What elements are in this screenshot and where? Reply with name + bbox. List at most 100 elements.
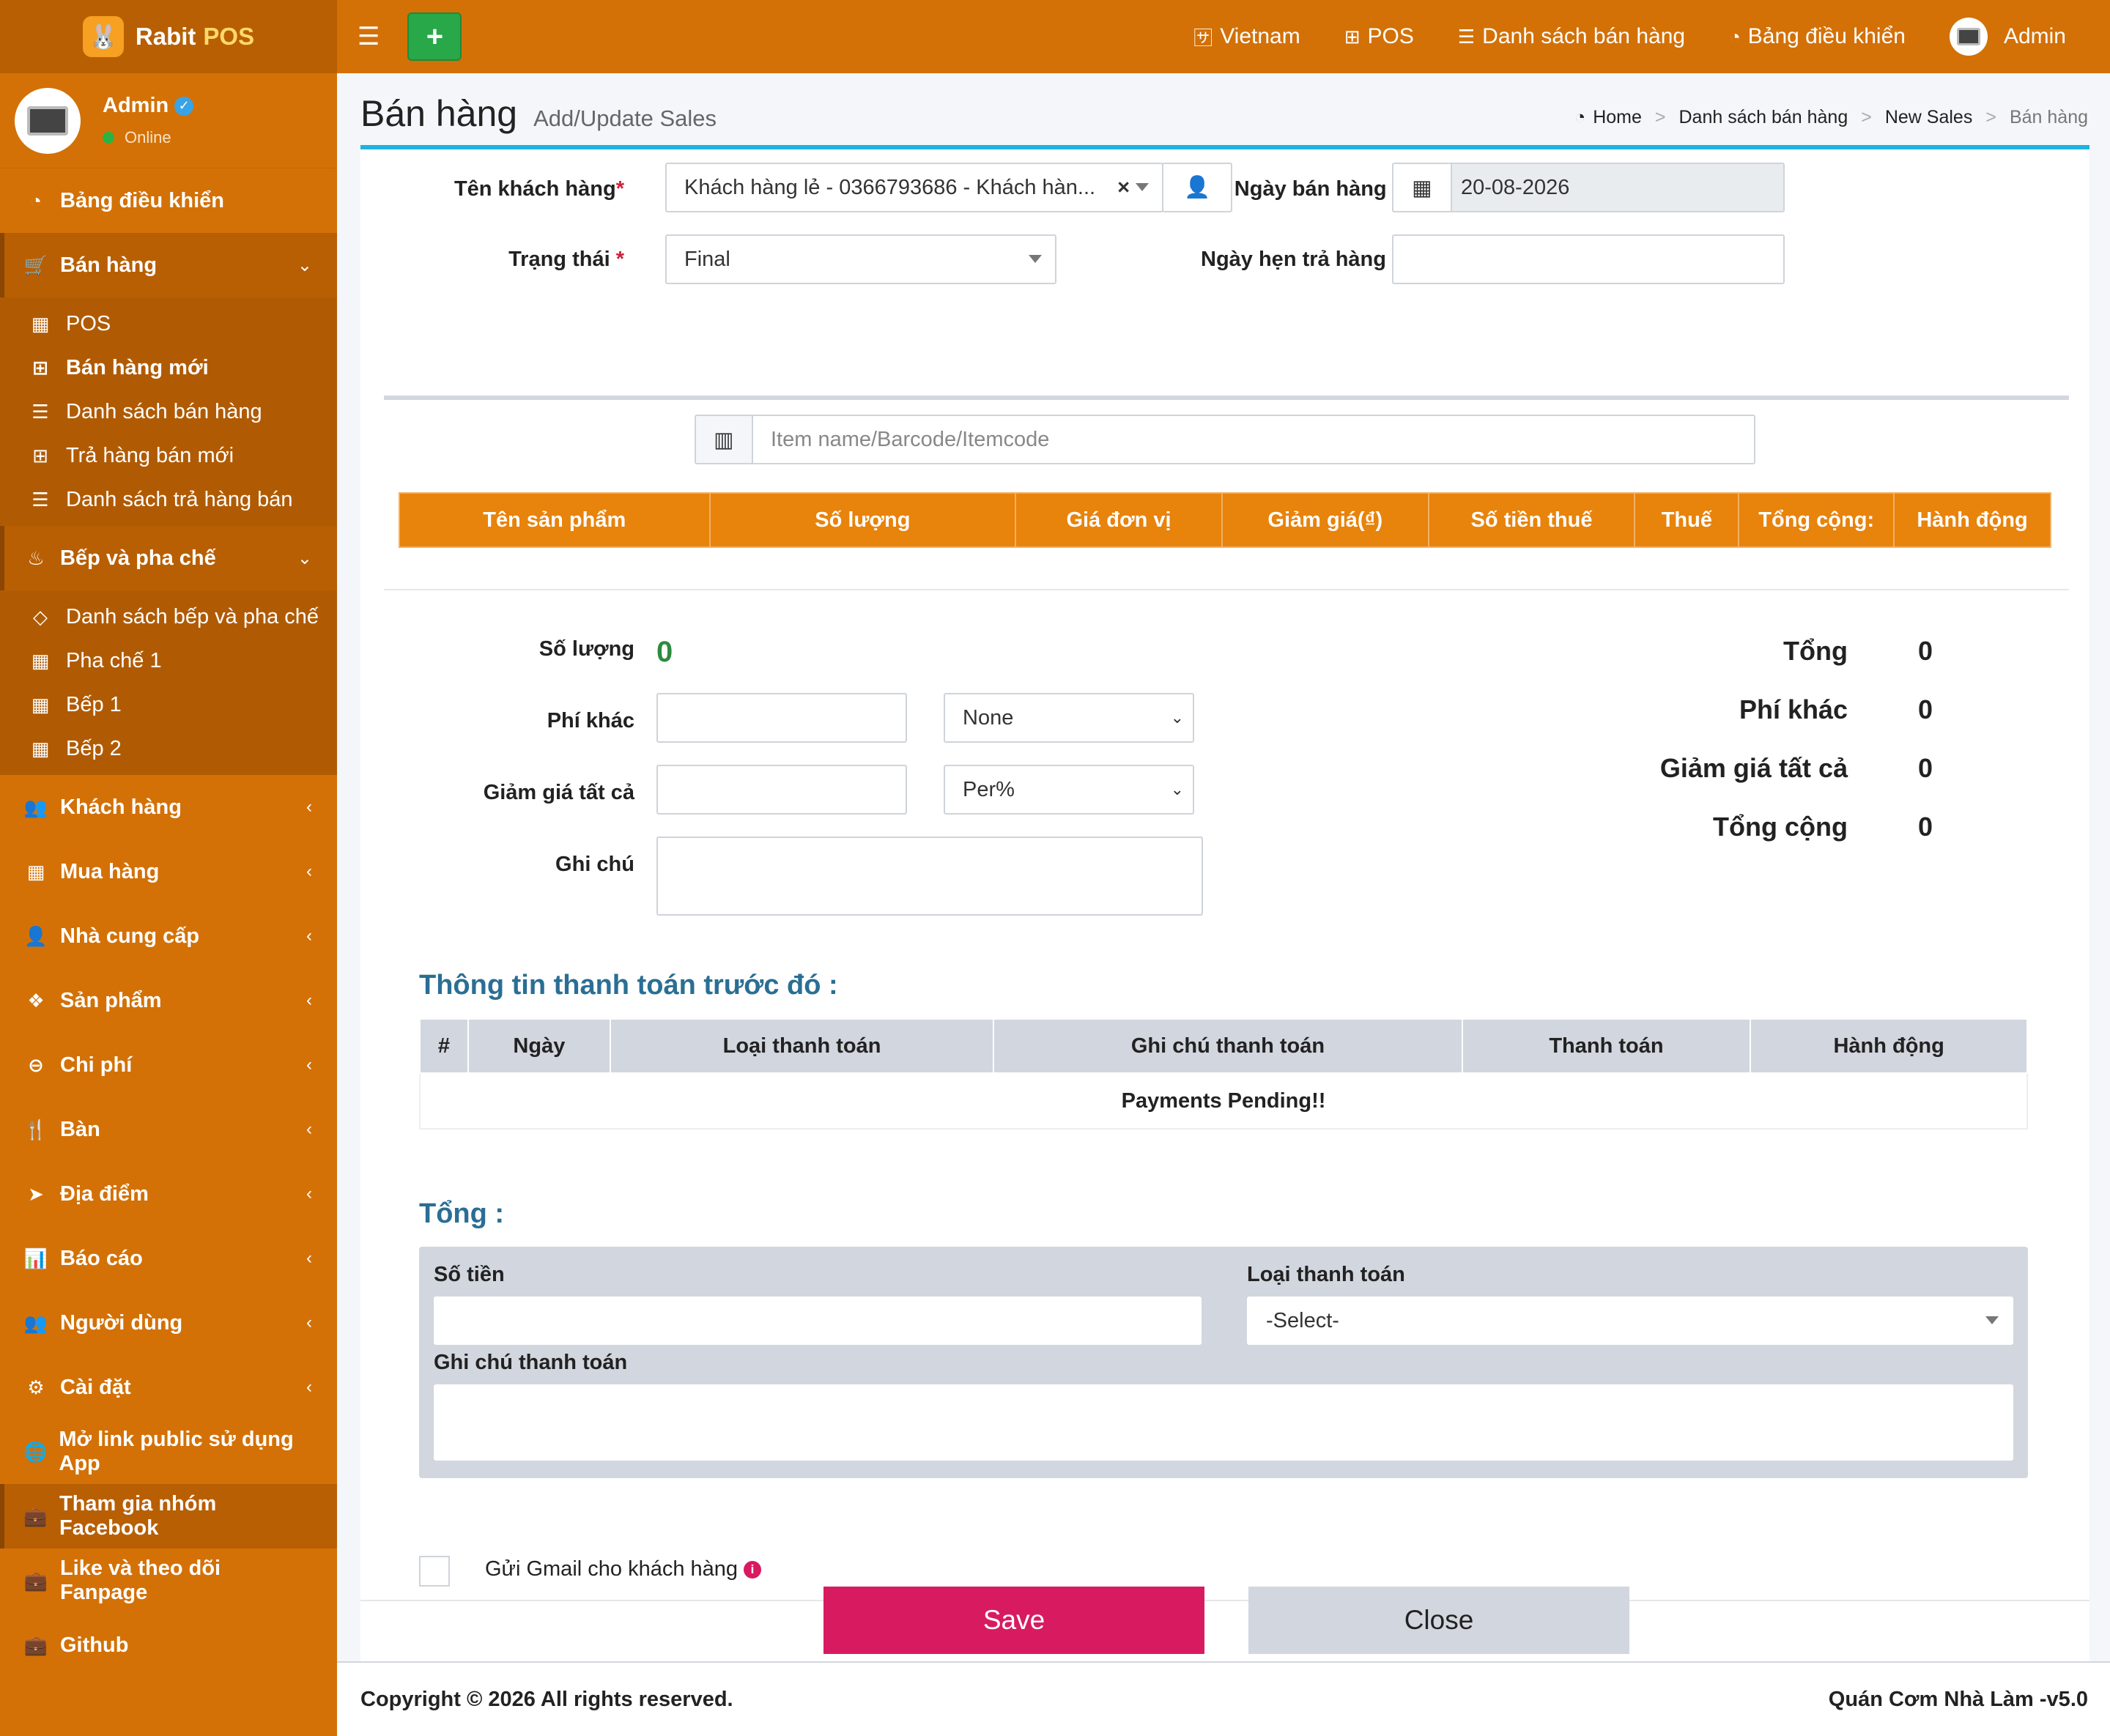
subitem-label: Trả hàng bán mới [66,443,234,467]
sidebar-item-github[interactable]: 💼 Github [0,1613,337,1677]
col-product-name: Tên sản phẩm [399,492,711,548]
sale-date-field[interactable]: ▦ 20-08-2026 [1392,163,1785,212]
info-icon[interactable]: i [744,1560,762,1579]
briefcase-icon: 💼 [23,1569,48,1592]
sidebar-subitem-kitchen-2[interactable]: ▦ Bếp 2 [0,727,337,771]
sidebar-item-facebook-group[interactable]: 💼 Tham gia nhóm Facebook [0,1484,337,1548]
nav-user-name: Admin [2003,24,2066,48]
calculator-icon: ▦ [31,649,50,672]
discount-type-value: Per% [963,777,1015,801]
col-action: Hành động [1893,492,2051,548]
col-payment: Thanh toán [1461,1018,1752,1074]
sidebar-subitem-kitchen-1[interactable]: ▦ Bếp 1 [0,683,337,727]
note-textarea[interactable] [656,837,1203,916]
breadcrumb: ◔ Home > Danh sách bán hàng > New Sales … [1574,107,2088,128]
breadcrumb-sales-list[interactable]: Danh sách bán hàng [1678,107,1848,128]
sidebar-item-label: Khách hàng [60,795,182,819]
rabbit-icon: 🐰 [82,16,124,57]
briefcase-icon: 💼 [23,1633,48,1656]
chevron-left-icon: ‹ [306,1184,312,1203]
sidebar-item-sales[interactable]: 🛒 Bán hàng ⌄ [0,233,337,297]
col-quantity: Số lượng [708,492,1017,548]
language-selector[interactable]: 🈂 Vietnam [1193,23,1300,51]
status-select[interactable]: Final [665,234,1056,284]
sidebar-item-locations[interactable]: ➤ Địa điểm ‹ [0,1162,337,1226]
chevron-left-icon: ‹ [306,1377,312,1397]
home-icon: ◔ [1574,107,1586,127]
breadcrumb-home[interactable]: Home [1593,107,1642,128]
nav-sales-list[interactable]: ☰ Danh sách bán hàng [1458,24,1685,49]
online-dot-icon [103,132,114,144]
sidebar-item-purchases[interactable]: ▦ Mua hàng ‹ [0,839,337,904]
send-email-checkbox[interactable] [419,1556,450,1587]
chevron-left-icon: ‹ [306,990,312,1010]
sidebar-item-label: Cài đặt [60,1375,131,1399]
chevron-left-icon: ‹ [306,926,312,946]
return-date-field[interactable] [1392,234,1785,284]
sidebar-item-kitchen[interactable]: ♨ Bếp và pha chế ⌄ [0,526,337,590]
sidebar-subitem-new-sales[interactable]: ⊞ Bán hàng mới [0,346,337,390]
sidebar-item-users[interactable]: 👥 Người dùng ‹ [0,1291,337,1355]
payments-empty-row: Payments Pending!! [419,1072,2028,1129]
payment-note-textarea[interactable] [434,1384,2013,1461]
quantity-label: Số lượng [538,637,634,661]
sidebar-item-suppliers[interactable]: 👤 Nhà cung cấp ‹ [0,904,337,968]
discount-type-select[interactable]: Per% ⌄ [944,765,1194,815]
cubes-icon: ❖ [27,989,45,1012]
items-table: Tên sản phẩm Số lượng Giá đơn vị Giảm gi… [399,492,2051,548]
status-value: Final [684,247,730,271]
nav-dashboard[interactable]: ◔ Bảng điều khiển [1729,24,1906,49]
col-date: Ngày [467,1018,611,1074]
other-charges-tax-select[interactable]: None ⌄ [944,693,1194,743]
sidebar-item-products[interactable]: ❖ Sản phẩm ‹ [0,968,337,1033]
subtotal-value: 0 [1918,636,1933,666]
user-menu[interactable]: Admin [1949,18,2066,56]
sidebar-item-fanpage[interactable]: 💼 Like và theo dõi Fanpage [0,1548,337,1613]
subitem-label: Bếp 1 [66,692,122,716]
previous-payments-title: Thông tin thanh toán trước đó : [419,970,838,1001]
breadcrumb-new-sales[interactable]: New Sales [1885,107,1973,128]
sidebar-item-label: Bàn [60,1117,100,1141]
sidebar-subitem-sales-list[interactable]: ☰ Danh sách bán hàng [0,390,337,434]
item-search-input[interactable]: ▥ Item name/Barcode/Itemcode [695,415,1755,464]
brand-logo[interactable]: 🐰 Rabit POS [0,0,337,73]
chevron-left-icon: ‹ [306,1248,312,1268]
clear-icon[interactable]: × [1117,176,1130,200]
col-total: Tổng cộng: [1738,492,1895,548]
chevron-left-icon: ‹ [306,1313,312,1332]
sidebar-item-settings[interactable]: ⚙ Cài đặt ‹ [0,1355,337,1420]
save-button[interactable]: Save [823,1587,1204,1654]
sidebar-item-expenses[interactable]: ⊖ Chi phí ‹ [0,1033,337,1097]
discount-all-input[interactable] [656,765,907,815]
sidebar-subitem-pos[interactable]: ▦ POS [0,302,337,346]
minus-circle-icon: ⊖ [28,1053,44,1076]
sidebar-item-reports[interactable]: 📊 Báo cáo ‹ [0,1226,337,1291]
sidebar-item-customers[interactable]: 👥 Khách hàng ‹ [0,775,337,839]
customer-select[interactable]: Khách hàng lẻ - 0366793686 - Khách hàn..… [665,163,1163,212]
breadcrumb-current: Bán hàng [2009,107,2088,127]
hamburger-menu-icon[interactable]: ☰ [358,22,380,51]
amount-input[interactable] [434,1297,1202,1345]
close-button[interactable]: Close [1248,1587,1629,1654]
subitem-label: Bán hàng mới [66,355,209,379]
sidebar-subitem-bar-1[interactable]: ▦ Pha chế 1 [0,639,337,683]
sidebar-subitem-return-list[interactable]: ☰ Danh sách trả hàng bán [0,478,337,522]
nav-pos[interactable]: ⊞ POS [1344,24,1414,49]
sidebar-item-label: Địa điểm [60,1182,149,1206]
brand-name: Rabit [135,23,196,50]
footer: Copyright © 2026 All rights reserved. Qu… [337,1661,2110,1736]
kitchen-submenu: ◇ Danh sách bếp và pha chế ▦ Pha chế 1 ▦ Bế… [0,590,337,775]
sidebar-item-tables[interactable]: 🍴 Bàn ‹ [0,1097,337,1162]
payment-type-select[interactable]: -Select- [1247,1297,2013,1345]
nav-label: POS [1367,24,1414,48]
sidebar-item-dashboard[interactable]: ◔ Bảng điều khiển [0,168,337,233]
sidebar-item-public-link[interactable]: 🌐 Mở link public sử dụng App [0,1420,337,1484]
add-new-button[interactable]: + [407,12,462,61]
sidebar-item-label: Bán hàng [60,253,158,277]
globe-icon: 🌐 [23,1440,48,1463]
sidebar-subitem-new-return[interactable]: ⊞ Trả hàng bán mới [0,434,337,478]
other-charges-input[interactable] [656,693,907,743]
nav-label: Danh sách bán hàng [1482,24,1686,48]
sidebar-subitem-kitchen-list[interactable]: ◇ Danh sách bếp và pha chế [0,595,337,639]
calendar-icon: ▦ [1393,164,1452,211]
